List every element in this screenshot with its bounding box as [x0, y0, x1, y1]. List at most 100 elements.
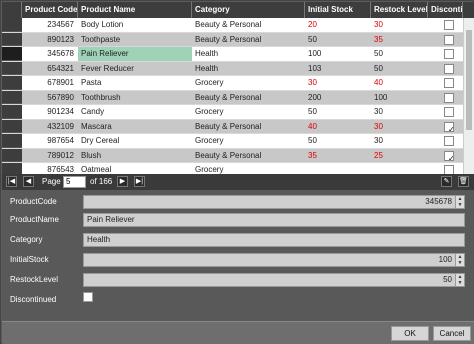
- table-row[interactable]: 234567 Body Lotion Beauty & Personal 20 30: [2, 18, 463, 33]
- cell-discontinued[interactable]: [428, 134, 463, 148]
- column-header-product-name[interactable]: Product Name: [78, 2, 192, 18]
- cell-product-name[interactable]: Toothpaste: [78, 33, 192, 47]
- row-header[interactable]: [2, 61, 22, 75]
- cell-category[interactable]: Grocery: [192, 134, 305, 148]
- row-header[interactable]: [2, 18, 22, 32]
- row-header[interactable]: [2, 90, 22, 104]
- cell-initial-stock[interactable]: 103: [305, 62, 371, 76]
- cell-product-code[interactable]: 345678: [22, 47, 78, 61]
- cell-category[interactable]: Beauty & Personal: [192, 18, 305, 32]
- cell-restock-level[interactable]: [371, 163, 428, 174]
- cell-restock-level[interactable]: 30: [371, 134, 428, 148]
- row-header[interactable]: [2, 76, 22, 90]
- restock-level-spinner[interactable]: ▲ ▼: [455, 274, 464, 286]
- cell-initial-stock[interactable]: 20: [305, 18, 371, 32]
- cell-product-code[interactable]: 678901: [22, 76, 78, 90]
- cell-restock-level[interactable]: 30: [371, 120, 428, 134]
- cell-restock-level[interactable]: 35: [371, 33, 428, 47]
- cell-product-name[interactable]: Blush: [78, 149, 192, 163]
- cell-product-name[interactable]: Mascara: [78, 120, 192, 134]
- table-row[interactable]: 876543 Oatmeal Grocery: [2, 163, 463, 174]
- product-code-field[interactable]: 345678 ▲ ▼: [83, 195, 465, 209]
- row-header[interactable]: [2, 163, 22, 174]
- cell-discontinued[interactable]: [428, 33, 463, 47]
- row-header[interactable]: [2, 47, 22, 61]
- cell-product-name[interactable]: Pasta: [78, 76, 192, 90]
- cell-restock-level[interactable]: 50: [371, 62, 428, 76]
- row-header[interactable]: [2, 148, 22, 162]
- cell-discontinued[interactable]: [428, 91, 463, 105]
- cell-discontinued[interactable]: [428, 18, 463, 32]
- cell-product-name[interactable]: Fever Reducer: [78, 62, 192, 76]
- cell-discontinued[interactable]: [428, 76, 463, 90]
- cell-product-name[interactable]: Body Lotion: [78, 18, 192, 32]
- restock-level-field[interactable]: 50 ▲ ▼: [83, 273, 465, 287]
- cell-product-name[interactable]: Candy: [78, 105, 192, 119]
- column-header-restock-level[interactable]: Restock Level: [371, 2, 428, 18]
- cell-discontinued[interactable]: [428, 105, 463, 119]
- cell-initial-stock[interactable]: 100: [305, 47, 371, 61]
- column-header-initial-stock[interactable]: Initial Stock: [305, 2, 371, 18]
- cell-category[interactable]: Beauty & Personal: [192, 33, 305, 47]
- table-row[interactable]: 345678 Pain Reliever Health 100 50: [2, 47, 463, 62]
- cell-product-code[interactable]: 567890: [22, 91, 78, 105]
- cell-restock-level[interactable]: 100: [371, 91, 428, 105]
- row-header[interactable]: [2, 134, 22, 148]
- next-page-icon[interactable]: ▶: [117, 176, 128, 187]
- cell-category[interactable]: Health: [192, 47, 305, 61]
- cell-product-code[interactable]: 876543: [22, 163, 78, 174]
- discontinued-checkbox[interactable]: [444, 20, 454, 30]
- prev-page-icon[interactable]: ◀: [23, 176, 34, 187]
- table-row[interactable]: 789012BlushBeauty & Personal3525 ✓: [2, 148, 463, 163]
- column-header-product-code[interactable]: Product Code: [22, 2, 78, 18]
- discontinued-checkbox[interactable]: ✓: [444, 121, 454, 132]
- table-row[interactable]: 890123 Toothpaste Beauty & Personal 50 35: [2, 32, 463, 47]
- discontinued-checkbox[interactable]: [444, 107, 454, 117]
- row-header[interactable]: [2, 32, 22, 46]
- cell-category[interactable]: Beauty & Personal: [192, 120, 305, 134]
- cell-product-code[interactable]: 890123: [22, 33, 78, 47]
- cell-discontinued[interactable]: [428, 62, 463, 76]
- last-page-icon[interactable]: ▶|: [134, 176, 145, 187]
- scrollbar-thumb[interactable]: [466, 30, 472, 130]
- product-name-field[interactable]: Pain Reliever: [83, 213, 465, 227]
- cell-product-code[interactable]: 789012: [22, 149, 78, 163]
- cell-initial-stock[interactable]: 50: [305, 105, 371, 119]
- discontinued-checkbox[interactable]: [83, 292, 93, 302]
- cell-category[interactable]: Beauty & Personal: [192, 149, 305, 163]
- discontinued-checkbox[interactable]: [444, 165, 454, 174]
- table-row[interactable]: 987654 Dry Cereal Grocery 50 30: [2, 134, 463, 149]
- cell-initial-stock[interactable]: 200: [305, 91, 371, 105]
- initial-stock-spinner[interactable]: ▲ ▼: [455, 254, 464, 266]
- ok-button[interactable]: OK: [391, 326, 429, 341]
- column-header-discontinued[interactable]: Discontinue: [428, 2, 463, 18]
- cell-initial-stock[interactable]: [305, 163, 371, 174]
- cell-discontinued[interactable]: ✓: [428, 120, 463, 134]
- table-row[interactable]: 901234 Candy Grocery 50 30: [2, 105, 463, 120]
- cell-category[interactable]: Health: [192, 62, 305, 76]
- cell-category[interactable]: Grocery: [192, 163, 305, 174]
- page-number-input[interactable]: 5: [63, 176, 86, 188]
- table-row[interactable]: 432109MascaraBeauty & Personal4030 ✓: [2, 119, 463, 134]
- cell-initial-stock[interactable]: 50: [305, 33, 371, 47]
- discontinued-checkbox[interactable]: [444, 78, 454, 88]
- cell-restock-level[interactable]: 25: [371, 149, 428, 163]
- discontinued-checkbox[interactable]: [444, 34, 454, 45]
- cell-product-code[interactable]: 901234: [22, 105, 78, 119]
- cell-restock-level[interactable]: 40: [371, 76, 428, 90]
- cell-discontinued[interactable]: ✓: [428, 149, 463, 163]
- cell-product-name[interactable]: Toothbrush: [78, 91, 192, 105]
- cell-initial-stock[interactable]: 30: [305, 76, 371, 90]
- cell-product-code[interactable]: 234567: [22, 18, 78, 32]
- cell-product-name[interactable]: Oatmeal: [78, 163, 192, 174]
- cell-category[interactable]: Grocery: [192, 105, 305, 119]
- edit-icon[interactable]: ✎: [441, 176, 452, 187]
- discontinued-checkbox[interactable]: [444, 92, 454, 103]
- table-row[interactable]: 654321 Fever Reducer Health 103 50: [2, 61, 463, 76]
- vertical-scrollbar[interactable]: [463, 18, 474, 174]
- discontinued-checkbox[interactable]: [444, 136, 454, 146]
- cell-discontinued[interactable]: [428, 163, 463, 174]
- product-code-spinner[interactable]: ▲ ▼: [455, 196, 464, 208]
- cell-product-code[interactable]: 432109: [22, 120, 78, 134]
- table-row[interactable]: 567890 Toothbrush Beauty & Personal 200 100: [2, 90, 463, 105]
